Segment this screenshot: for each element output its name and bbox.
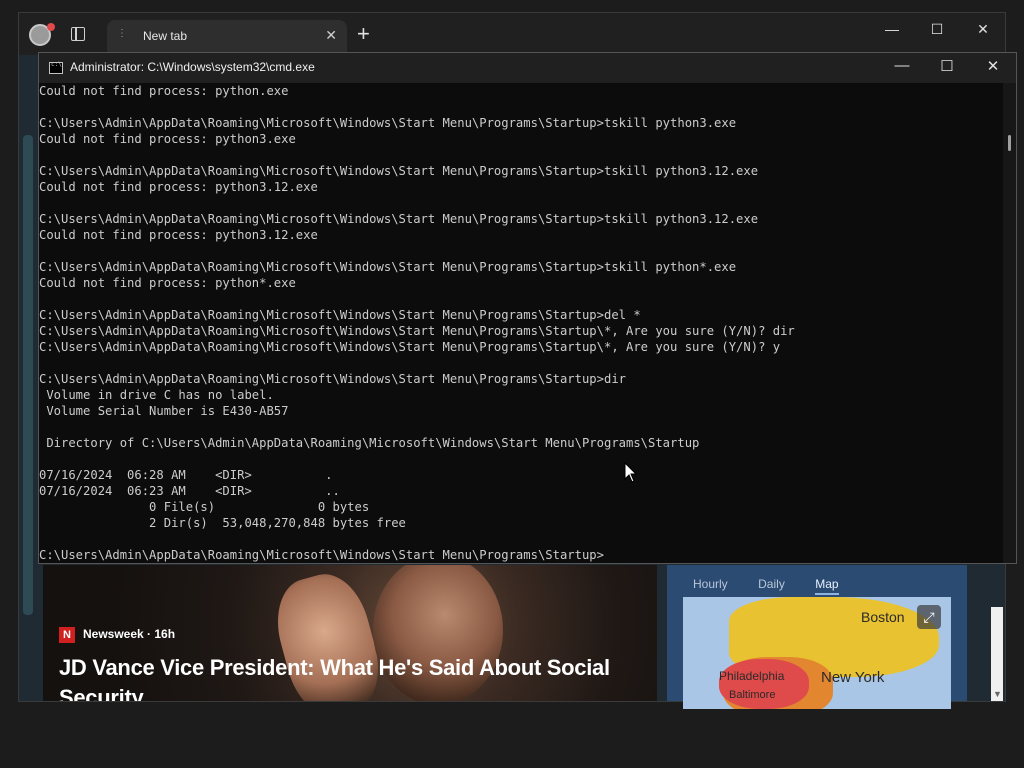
console-line: C:\Users\Admin\AppData\Roaming\Microsoft…	[39, 548, 604, 562]
browser-close-button[interactable]: ✕	[968, 21, 998, 38]
console-line: Could not find process: python3.exe	[39, 132, 296, 146]
console-line: Could not find process: python3.12.exe	[39, 228, 318, 242]
console-line: Volume Serial Number is E430-AB57	[39, 404, 289, 418]
news-card[interactable]: N Newsweek · 16h JD Vance Vice President…	[43, 565, 657, 701]
console-line: C:\Users\Admin\AppData\Roaming\Microsoft…	[39, 260, 737, 274]
cmd-minimize-button[interactable]: —	[887, 57, 917, 74]
map-city-boston: Boston	[861, 609, 905, 625]
console-line: C:\Users\Admin\AppData\Roaming\Microsoft…	[39, 372, 626, 386]
profile-avatar[interactable]	[29, 23, 55, 46]
weather-tab-hourly[interactable]: Hourly	[693, 577, 728, 591]
news-headline[interactable]: JD Vance Vice President: What He's Said …	[59, 653, 649, 701]
map-alert-red	[719, 659, 809, 709]
console-line: Could not find process: python3.12.exe	[39, 180, 318, 194]
console-line: Directory of C:\Users\Admin\AppData\Roam…	[39, 436, 700, 450]
weather-card: Hourly Daily Map Boston Philadelphia Bal…	[667, 565, 967, 709]
scroll-down-icon[interactable]: ▼	[993, 689, 1002, 699]
tab-new-tab[interactable]: ⋮ New tab ✕	[107, 20, 347, 55]
tab-actions-icon[interactable]	[71, 27, 85, 41]
new-tab-button[interactable]: +	[357, 21, 370, 47]
map-city-baltimore: Baltimore	[729, 689, 776, 701]
side-panel-edge	[23, 135, 33, 615]
cmd-close-button[interactable]: ✕	[978, 57, 1008, 75]
cmd-window: Administrator: C:\Windows\system32\cmd.e…	[38, 52, 1017, 564]
weather-tab-daily[interactable]: Daily	[758, 577, 785, 591]
cmd-icon	[49, 61, 63, 74]
browser-maximize-button[interactable]: ☐	[922, 21, 952, 38]
tab-close-icon[interactable]: ✕	[325, 27, 337, 44]
expand-icon[interactable]: ⤢	[917, 605, 941, 629]
console-line: 0 File(s) 0 bytes	[39, 500, 370, 514]
weather-map[interactable]: Boston Philadelphia Baltimore New York ⤢	[683, 597, 951, 709]
console-line: Could not find process: python.exe	[39, 84, 289, 98]
page-scrollbar[interactable]: ▼	[991, 607, 1003, 701]
tab-favicon-icon: ⋮	[117, 28, 127, 39]
cmd-maximize-button[interactable]: ☐	[932, 57, 962, 75]
browser-minimize-button[interactable]: —	[877, 21, 907, 37]
console-line: C:\Users\Admin\AppData\Roaming\Microsoft…	[39, 340, 781, 354]
cmd-title: Administrator: C:\Windows\system32\cmd.e…	[70, 60, 315, 74]
tab-title: New tab	[143, 29, 188, 43]
weather-tabs: Hourly Daily Map	[693, 575, 865, 595]
weather-tab-map[interactable]: Map	[815, 577, 839, 595]
console-line: C:\Users\Admin\AppData\Roaming\Microsoft…	[39, 164, 759, 178]
newsweek-logo-icon: N	[59, 627, 75, 643]
console-line: C:\Users\Admin\AppData\Roaming\Microsoft…	[39, 324, 795, 338]
news-source: Newsweek · 16h	[83, 627, 176, 641]
map-city-philadelphia: Philadelphia	[719, 669, 785, 683]
cmd-console-output[interactable]: Could not find process: python.exe C:\Use…	[39, 83, 1005, 563]
console-line: 07/16/2024 06:28 AM <DIR> .	[39, 468, 333, 482]
cmd-scrollbar[interactable]	[1003, 83, 1016, 563]
cmd-scroll-thumb[interactable]	[1008, 135, 1011, 151]
console-line: 07/16/2024 06:23 AM <DIR> ..	[39, 484, 340, 498]
console-line: C:\Users\Admin\AppData\Roaming\Microsoft…	[39, 212, 759, 226]
mouse-cursor-icon	[624, 461, 638, 483]
console-line: Could not find process: python*.exe	[39, 276, 296, 290]
tab-strip: ⋮ New tab ✕ + — ☐ ✕	[19, 13, 1005, 55]
console-line: C:\Users\Admin\AppData\Roaming\Microsoft…	[39, 116, 737, 130]
cmd-titlebar[interactable]: Administrator: C:\Windows\system32\cmd.e…	[39, 53, 1016, 83]
console-line: 2 Dir(s) 53,048,270,848 bytes free	[39, 516, 406, 530]
notification-dot	[47, 23, 55, 31]
map-city-new-york: New York	[821, 669, 885, 686]
console-line: Volume in drive C has no label.	[39, 388, 274, 402]
console-line: C:\Users\Admin\AppData\Roaming\Microsoft…	[39, 308, 641, 322]
